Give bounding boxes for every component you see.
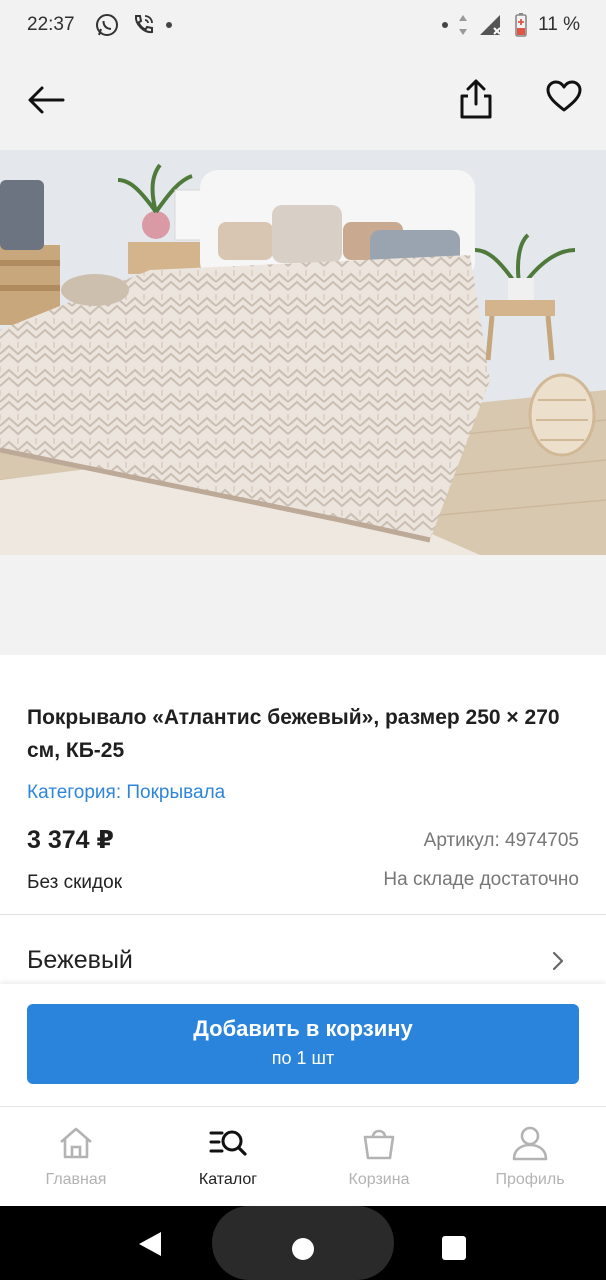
bottom-tab-bar: Главная Каталог Корзина Профиль — [0, 1106, 606, 1207]
stock-status: На складе достаточно — [383, 869, 579, 890]
status-bar: 22:37 11 % — [0, 0, 606, 50]
tab-home-label: Главная — [45, 1171, 107, 1188]
top-app-bar — [0, 50, 606, 150]
add-to-cart-quantity: по 1 шт — [271, 1048, 335, 1068]
product-photo — [0, 150, 606, 555]
nav-home-icon[interactable] — [290, 1236, 316, 1262]
add-to-cart-button[interactable]: Добавить в корзину по 1 шт — [27, 1004, 579, 1084]
status-time: 22:37 — [27, 14, 75, 35]
tab-profile-label: Профиль — [495, 1171, 565, 1188]
battery-level: 11 % — [538, 14, 580, 35]
share-icon — [460, 79, 492, 119]
tab-catalog-label: Каталог — [198, 1171, 258, 1188]
tab-catalog[interactable]: Каталог — [152, 1107, 304, 1207]
data-arrows-icon — [459, 15, 468, 35]
product-title: Покрывало «Атлантис бежевый», размер 250… — [27, 706, 560, 762]
product-price: 3 374 ₽ — [27, 826, 114, 854]
nav-recents-icon[interactable] — [441, 1235, 467, 1261]
discount-status: Без скидок — [27, 872, 122, 893]
favorite-button[interactable] — [540, 72, 588, 120]
color-variant-selector[interactable]: Бежевый — [0, 935, 606, 983]
tab-cart[interactable]: Корзина — [303, 1107, 455, 1207]
profile-icon — [512, 1126, 548, 1161]
product-info: Покрывало «Атлантис бежевый», размер 250… — [0, 655, 606, 915]
product-article: Артикул: 4974705 — [423, 830, 579, 851]
add-to-cart-label: Добавить в корзину — [193, 1016, 413, 1041]
battery-icon — [515, 13, 527, 37]
notification-dot-icon — [166, 22, 172, 28]
phone-icon — [134, 15, 153, 34]
category-link[interactable]: Категория: Покрывала — [27, 782, 225, 804]
cart-action-area: Добавить в корзину по 1 шт — [0, 984, 606, 1106]
signal-icon — [480, 15, 501, 35]
bag-icon — [363, 1129, 395, 1160]
color-value: Бежевый — [27, 946, 133, 974]
back-button[interactable] — [22, 76, 70, 124]
catalog-search-icon — [209, 1130, 247, 1156]
heart-icon — [546, 80, 582, 112]
product-gallery[interactable] — [0, 150, 606, 655]
chevron-right-icon — [552, 951, 564, 971]
share-button[interactable] — [452, 74, 500, 124]
tab-profile[interactable]: Профиль — [454, 1107, 606, 1207]
divider — [0, 914, 606, 915]
system-nav-bar — [0, 1206, 606, 1280]
home-icon — [60, 1127, 92, 1159]
status-dot-icon — [442, 22, 449, 28]
tab-home[interactable]: Главная — [0, 1107, 152, 1207]
whatsapp-icon — [96, 14, 118, 36]
arrow-left-icon — [28, 86, 65, 114]
tab-cart-label: Корзина — [348, 1171, 410, 1188]
nav-back-icon[interactable] — [136, 1230, 164, 1258]
